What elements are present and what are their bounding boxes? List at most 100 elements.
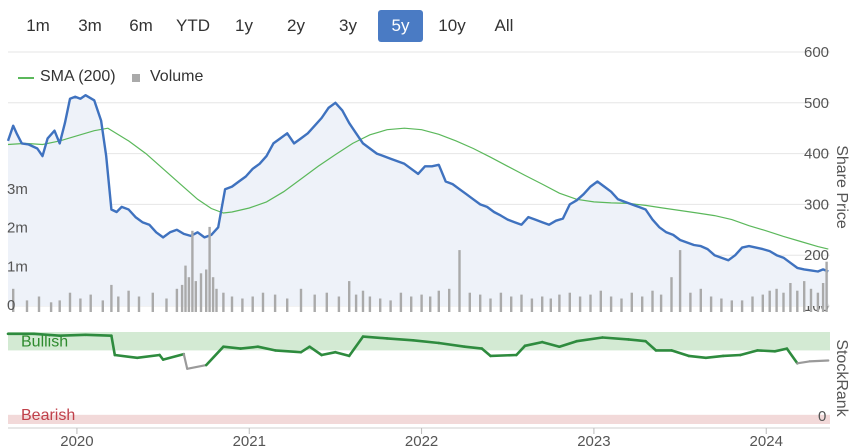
price-area [8,95,829,306]
volume-bar [211,277,215,312]
price-tick-label: 200 [804,247,829,264]
volume-bar [468,292,471,312]
volume-bar [520,294,523,312]
volume-bar [165,298,168,312]
volume-bar [58,300,61,312]
volume-bar [241,298,244,312]
volume-bar [49,302,53,312]
volume-bar [641,296,644,312]
volume-bar [368,296,372,312]
price-panel: 600500400300200100Share Price [6,44,850,315]
volume-tick-label: 1m [7,258,28,275]
volume-bar [458,250,461,312]
volume-bar [79,298,82,312]
volume-bar [437,290,440,312]
volume-bar [510,296,513,312]
volume-bar [720,298,723,312]
x-tick-label: 2023 [577,433,610,448]
volume-bar [568,292,571,312]
volume-bar [137,296,141,312]
stockrank-line-segment [361,335,389,340]
volume-bar [251,296,254,312]
volume-bar [558,294,561,312]
volume-bar [630,292,633,312]
volume-bar [420,294,423,312]
x-axis: 2020 2021 2022 2023 2024 [8,427,830,448]
volume-bar [549,298,552,312]
volume-bar [354,294,358,312]
stockrank-line-segment [704,354,725,360]
volume-bar [286,298,289,312]
volume-bar [410,296,413,312]
volume-bar [825,261,828,312]
volume-bar [230,296,234,312]
volume-bar [25,300,29,312]
volume-bar [789,283,792,312]
x-tick-label: 2021 [233,433,266,448]
volume-bar [740,300,744,312]
stockrank-line-segment [273,349,303,354]
volume-bar [89,294,92,312]
volume-bar [110,284,113,312]
volume-bar [348,281,351,312]
stockrank-line-segment [58,333,87,338]
volume-bar [101,300,104,312]
volume-bar [709,296,713,312]
volume-bar [670,277,673,312]
volume-bar [541,296,544,312]
volume-bar [180,284,184,312]
stockrank-line-segment [627,338,647,343]
volume-bar [816,292,820,312]
volume-bar [222,292,225,312]
price-axis-title: Share Price [833,145,850,229]
stockrank-line-segment [756,349,777,353]
stockrank-line-segment [135,353,161,360]
volume-bar [530,298,534,312]
volume-tick-label: 2m [7,220,28,237]
volume-bar [775,288,778,312]
stockrank-axis-title: StockRank [833,339,850,417]
volume-bar [821,283,825,312]
stockrank-line-segment [785,347,799,365]
volume-bar [659,294,663,312]
volume-bar [273,294,277,312]
volume-bar [651,290,654,312]
x-tick-label: 2020 [60,433,93,448]
volume-bar [782,292,785,312]
volume-tick-label: 3m [7,181,28,198]
x-tick-label: 2024 [750,433,783,448]
volume-bar [809,288,813,312]
stockrank-line-segment [687,354,708,360]
volume-bar [796,290,799,312]
volume-bar [379,298,382,312]
volume-bar [751,296,754,312]
volume-bar [208,226,211,312]
volume-bar [199,273,203,312]
price-tick-label: 600 [804,44,829,61]
stockrank-line-segment [113,353,139,360]
volume-bar [730,300,733,312]
volume-bar [337,296,341,312]
volume-bar [117,296,120,312]
volume-bar [151,292,154,312]
volume-bar [175,288,179,312]
stockrank-line-segment [796,360,811,365]
volume-bar [215,288,218,312]
stockrank-line-segment [334,350,351,358]
volume-bar [768,290,771,312]
stockrank-line-segment [84,333,113,338]
volume-bar [361,290,365,312]
stockrank-band-bearish [8,414,830,424]
stockrank-line-segment [739,349,759,357]
stockrank-line-segment [320,350,337,357]
stockrank-band-label-bearish: Bearish [21,407,75,424]
volume-bar [599,290,602,312]
volume-bar [429,296,432,312]
stockrank-line-segment [182,353,189,370]
volume-bar [205,269,208,312]
volume-bar [803,281,806,312]
volume-bar [313,294,316,312]
volume-bar [699,288,702,312]
volume-bar [678,250,682,312]
volume-bar [184,265,187,312]
